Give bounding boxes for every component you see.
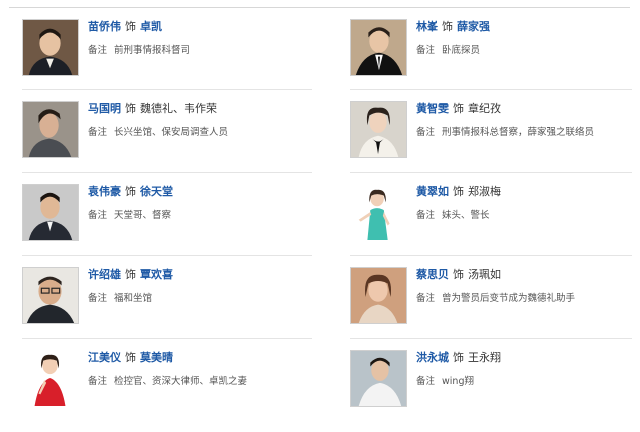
actor-photo[interactable] [22, 350, 79, 407]
cast-card: 黄智雯饰章纪孜 备注 刑事情报科总督察，薛家强之联络员 [350, 101, 640, 183]
row-divider [22, 172, 312, 173]
as-word: 饰 [125, 20, 136, 33]
role-note: 福和坐馆 [114, 293, 153, 304]
row-divider [350, 172, 632, 173]
as-word: 饰 [442, 20, 453, 33]
actor-name-link[interactable]: 许绍雄 [88, 268, 121, 281]
actor-portrait-icon [23, 20, 78, 75]
note-label: 备注 [416, 210, 436, 221]
row-divider [350, 255, 632, 256]
note-label: 备注 [416, 127, 436, 138]
cast-card: 蔡思贝饰汤珮如 备注 曾为警员后变节成为魏德礼助手 [350, 267, 640, 349]
actor-name-link[interactable]: 林峯 [416, 20, 438, 33]
cast-card: 江美仪饰莫美晴 备注 检控官、资深大律师、卓凯之妻 [22, 350, 322, 432]
actor-name-link[interactable]: 黄翠如 [416, 185, 449, 198]
cast-card: 许绍雄饰覃欢喜 备注 福和坐馆 [22, 267, 322, 349]
role-name-link[interactable]: 徐天堂 [140, 185, 173, 198]
role-note: 长兴坐馆、保安局调查人员 [114, 127, 229, 138]
role-name: 王永翔 [468, 351, 501, 364]
actor-name-link[interactable]: 黄智雯 [416, 102, 449, 115]
cast-card: 袁伟豪饰徐天堂 备注 天堂哥、督察 [22, 184, 322, 266]
actor-photo[interactable] [22, 19, 79, 76]
actor-name-link[interactable]: 袁伟豪 [88, 185, 121, 198]
actor-portrait-icon [23, 102, 78, 157]
row-divider [350, 338, 632, 339]
note-label: 备注 [88, 127, 108, 138]
actor-portrait-icon [23, 185, 78, 240]
role-name-link[interactable]: 卓凯 [140, 20, 162, 33]
actor-name-link[interactable]: 洪永城 [416, 351, 449, 364]
cast-card: 马国明饰魏德礼、韦作荣 备注 长兴坐馆、保安局调查人员 [22, 101, 322, 183]
row-divider [22, 255, 312, 256]
as-word: 饰 [453, 268, 464, 281]
role-name: 郑淑梅 [468, 185, 501, 198]
actress-portrait-icon [351, 102, 406, 157]
as-word: 饰 [453, 185, 464, 198]
role-name: 章纪孜 [468, 102, 501, 115]
role-note: wing翔 [442, 376, 474, 387]
actor-name-link[interactable]: 苗侨伟 [88, 20, 121, 33]
cast-list: 苗侨伟饰卓凯 备注 前刑事情报科督司 林峯饰薛家强 备注 卧底探员 马国明 饰 … [0, 0, 640, 417]
actress-portrait-icon [351, 185, 406, 240]
cast-card: 洪永城饰王永翔 备注 wing翔 [350, 350, 640, 432]
role-note: 卧底探员 [442, 45, 481, 56]
as-word: 饰 [125, 351, 136, 364]
actor-photo[interactable] [350, 19, 407, 76]
actor-portrait-icon [23, 268, 78, 323]
note-label: 备注 [88, 45, 108, 56]
role-name-link[interactable]: 覃欢喜 [140, 268, 173, 281]
role-name: 汤珮如 [468, 268, 501, 281]
row-divider [22, 89, 312, 90]
role-name-link[interactable]: 薛家强 [457, 20, 490, 33]
note-label: 备注 [416, 376, 436, 387]
actor-photo[interactable] [22, 267, 79, 324]
actress-portrait-icon [23, 351, 78, 406]
as-word: 饰 [125, 185, 136, 198]
actor-photo[interactable] [22, 101, 79, 158]
note-label: 备注 [416, 293, 436, 304]
note-label: 备注 [88, 293, 108, 304]
actor-portrait-icon [351, 351, 406, 406]
actor-photo[interactable] [350, 350, 407, 407]
as-word: 饰 [125, 102, 136, 115]
actor-name-link[interactable]: 马国明 [88, 102, 121, 115]
role-note: 天堂哥、督察 [114, 210, 172, 221]
as-word: 饰 [453, 102, 464, 115]
actor-name-link[interactable]: 蔡思贝 [416, 268, 449, 281]
role-name: 魏德礼、韦作荣 [140, 102, 217, 115]
role-name-link[interactable]: 莫美晴 [140, 351, 173, 364]
as-word: 饰 [125, 268, 136, 281]
row-divider [350, 89, 632, 90]
note-label: 备注 [88, 376, 108, 387]
row-divider [22, 338, 312, 339]
actor-photo[interactable] [350, 267, 407, 324]
actor-photo[interactable] [350, 184, 407, 241]
actor-portrait-icon [351, 20, 406, 75]
as-word: 饰 [453, 351, 464, 364]
role-note: 检控官、资深大律师、卓凯之妻 [114, 376, 248, 387]
note-label: 备注 [88, 210, 108, 221]
actor-photo[interactable] [22, 184, 79, 241]
role-note: 妹头、警长 [442, 210, 490, 221]
cast-card: 黄翠如饰郑淑梅 备注 妹头、警长 [350, 184, 640, 266]
actor-photo[interactable] [350, 101, 407, 158]
actress-portrait-icon [351, 268, 406, 323]
role-note: 曾为警员后变节成为魏德礼助手 [442, 293, 576, 304]
note-label: 备注 [416, 45, 436, 56]
actor-name-link[interactable]: 江美仪 [88, 351, 121, 364]
role-note: 刑事情报科总督察，薛家强之联络员 [442, 127, 595, 138]
role-note: 前刑事情报科督司 [114, 45, 191, 56]
